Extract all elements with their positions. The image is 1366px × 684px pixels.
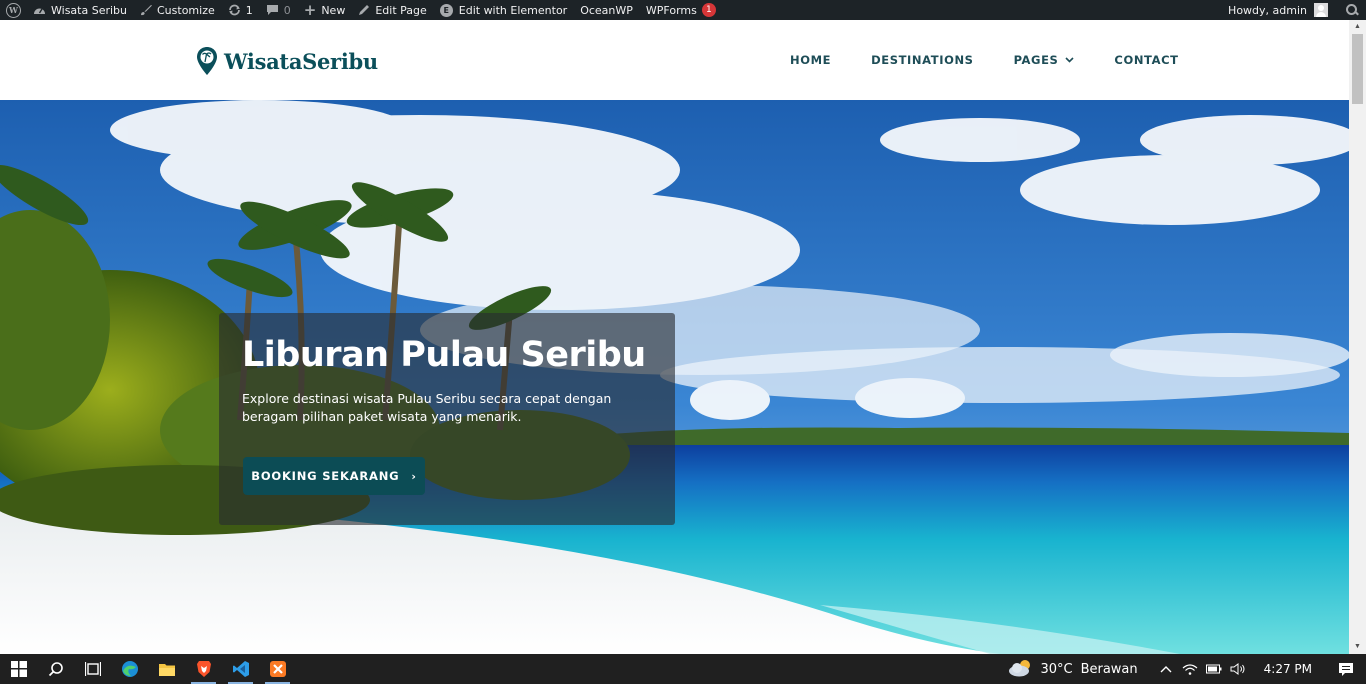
taskbar-brave[interactable] [185, 654, 222, 684]
wordpress-logo-icon[interactable]: W [6, 2, 21, 18]
comment-icon [266, 4, 279, 16]
nav-contact[interactable]: CONTACT [1094, 20, 1198, 100]
xampp-icon [269, 661, 286, 677]
adminbar-oceanwp[interactable]: OceanWP [580, 0, 633, 20]
adminbar-customize[interactable]: Customize [140, 0, 215, 20]
plus-icon: + [303, 1, 317, 19]
updates-icon [228, 4, 241, 16]
site-logo[interactable]: WisataSeribu [196, 44, 378, 78]
pencil-icon [358, 4, 370, 16]
windows-logo-icon [10, 661, 27, 677]
hero-title: Liburan Pulau Seribu [242, 335, 646, 375]
nav-destinations[interactable]: DESTINATIONS [851, 20, 993, 100]
wp-admin-bar: W Wisata Seribu Customize 1 0 + New Edit… [0, 0, 1366, 20]
adminbar-comments[interactable]: 0 [266, 0, 291, 20]
notification-center-icon[interactable] [1326, 662, 1366, 677]
map-pin-icon [197, 47, 217, 75]
edge-browser-icon [121, 661, 138, 677]
wifi-icon[interactable] [1178, 663, 1202, 675]
site-header: WisataSeribu HOME DESTINATIONS PAGES CON… [0, 20, 1349, 100]
page-scrollbar[interactable]: ▲ ▼ [1349, 20, 1366, 654]
task-view-icon [84, 662, 101, 676]
scroll-down-arrow-icon[interactable]: ▼ [1349, 640, 1366, 654]
brave-browser-icon [196, 661, 211, 677]
system-tray: 30°C Berawan 4:27 PM [1008, 654, 1366, 684]
weather-temperature[interactable]: 30°C [1040, 662, 1072, 677]
scroll-up-arrow-icon[interactable]: ▲ [1349, 20, 1366, 34]
weather-description[interactable]: Berawan [1081, 662, 1138, 677]
notification-badge: 1 [701, 3, 716, 17]
adminbar-edit-elementor[interactable]: E Edit with Elementor [439, 0, 567, 20]
windows-taskbar: 30°C Berawan 4:27 PM [0, 654, 1366, 684]
scrollbar-thumb[interactable] [1352, 34, 1363, 104]
adminbar-new[interactable]: + New [304, 0, 346, 20]
folder-icon [158, 664, 175, 676]
nav-pages[interactable]: PAGES [994, 20, 1095, 100]
main-navigation: HOME DESTINATIONS PAGES CONTACT [770, 20, 1199, 100]
paintbrush-icon [140, 4, 152, 16]
task-view-button[interactable] [74, 654, 111, 684]
adminbar-site-name[interactable]: Wisata Seribu [33, 0, 127, 20]
search-icon[interactable] [1345, 0, 1359, 20]
taskbar-vscode[interactable] [222, 654, 259, 684]
taskbar-xampp[interactable] [259, 654, 296, 684]
search-icon [48, 662, 63, 677]
dashboard-icon [33, 4, 46, 16]
adminbar-howdy[interactable]: Howdy, admin [1228, 4, 1307, 17]
taskbar-edge[interactable] [111, 654, 148, 684]
vscode-icon [232, 661, 249, 677]
elementor-icon: E [439, 3, 453, 17]
chevron-right-icon: › [411, 469, 417, 483]
hero-section: Liburan Pulau Seribu Explore destinasi w… [0, 100, 1349, 654]
weather-cloud-icon[interactable] [1008, 659, 1034, 680]
taskbar-search-button[interactable] [37, 654, 74, 684]
system-clock[interactable]: 4:27 PM [1264, 662, 1312, 676]
adminbar-wpforms[interactable]: WPForms 1 [646, 0, 716, 20]
hero-overlay-box: Liburan Pulau Seribu Explore destinasi w… [219, 313, 675, 525]
site-title: WisataSeribu [224, 48, 378, 74]
avatar[interactable] [1314, 3, 1328, 17]
chevron-up-icon[interactable] [1154, 665, 1178, 673]
booking-button[interactable]: BOOKING SEKARANG › [243, 457, 425, 495]
adminbar-edit-page[interactable]: Edit Page [358, 0, 427, 20]
hero-description: Explore destinasi wisata Pulau Seribu se… [242, 391, 612, 424]
taskbar-file-explorer[interactable] [148, 654, 185, 684]
battery-icon[interactable] [1202, 664, 1226, 674]
adminbar-updates[interactable]: 1 [228, 0, 253, 20]
chevron-down-icon [1065, 57, 1074, 63]
nav-home[interactable]: HOME [770, 20, 851, 100]
start-button[interactable] [0, 654, 37, 684]
volume-icon[interactable] [1226, 663, 1250, 675]
